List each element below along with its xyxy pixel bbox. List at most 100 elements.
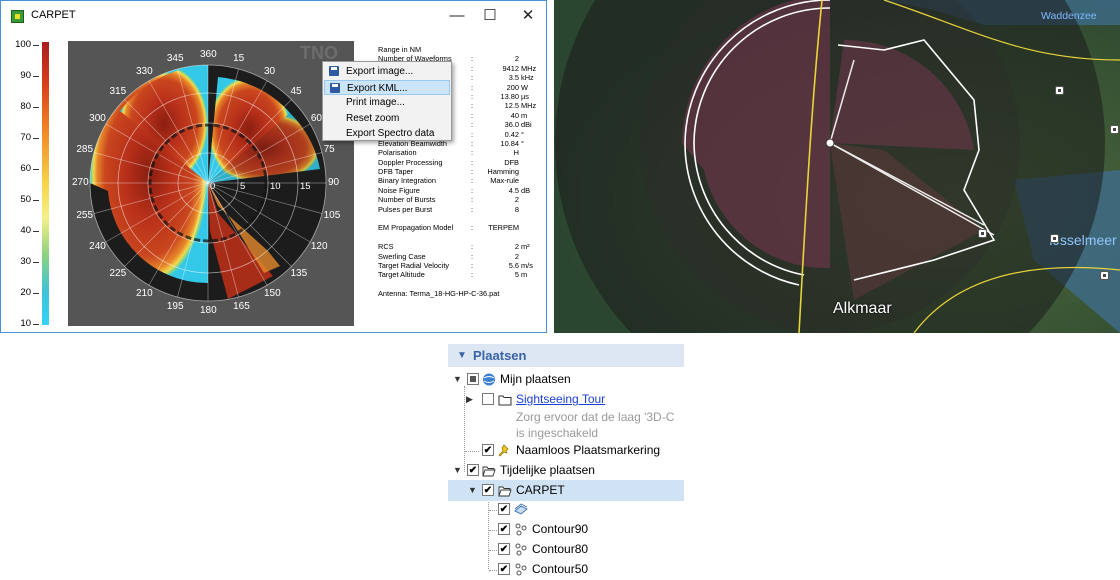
info-value: H xyxy=(513,148,519,158)
azimuth-label: 225 xyxy=(109,267,127,279)
tree-item-contour50[interactable]: ✔ Contour50 xyxy=(448,559,684,580)
ground-overlay-checkbox[interactable]: ✔ xyxy=(498,503,510,515)
info-value: 40 xyxy=(510,110,519,120)
map-label-waddenzee: Waddenzee xyxy=(1041,10,1097,22)
info-colon: : xyxy=(471,204,474,214)
color-scale-tick-label: 50 xyxy=(1,194,39,205)
tree-item-ground-overlay[interactable]: ✔ xyxy=(448,499,684,520)
azimuth-label: 30 xyxy=(264,66,276,78)
info-row: Swerling Case: 2 xyxy=(378,252,543,261)
menu-item-reset-zoom[interactable]: Reset zoom xyxy=(324,111,450,126)
contour90-checkbox[interactable]: ✔ xyxy=(498,523,510,535)
info-label: Swerling Case xyxy=(378,251,426,261)
info-label: EM Propagation Model xyxy=(378,223,454,233)
info-label: DFB Taper xyxy=(378,167,414,177)
sightseeing-note-continued: is ingeschakeld xyxy=(516,426,599,440)
azimuth-label: 60 xyxy=(310,113,322,124)
info-unit: m² xyxy=(521,242,530,252)
places-header[interactable]: ▼ Plaatsen xyxy=(448,344,684,367)
poi-marker-icon[interactable] xyxy=(1110,125,1119,134)
expand-toggle-icon[interactable]: ▼ xyxy=(453,369,462,390)
tree-item-temporary-places[interactable]: ▼ ✔ Tijdelijke plaatsen xyxy=(448,460,684,481)
color-scale-bar xyxy=(42,42,49,325)
info-value: 2 xyxy=(514,242,519,252)
poi-marker-icon[interactable] xyxy=(1055,86,1064,95)
placemark-checkbox[interactable]: ✔ xyxy=(482,444,494,456)
maximize-button[interactable]: ☐ xyxy=(475,6,505,26)
save-icon xyxy=(329,66,339,76)
info-value: DFB xyxy=(504,157,519,167)
tree-item-carpet[interactable]: ▼ ✔ CARPET xyxy=(448,480,684,501)
info-value: 3.5 xyxy=(508,73,519,83)
info-unit: ° xyxy=(521,138,524,148)
sightseeing-tour-checkbox[interactable] xyxy=(482,393,494,405)
expand-toggle-icon[interactable]: ▼ xyxy=(453,460,462,481)
close-button[interactable]: ✕ xyxy=(513,6,543,26)
info-value: TERPEM xyxy=(488,223,519,233)
collapse-arrow-icon[interactable]: ▼ xyxy=(457,350,467,361)
temporary-places-checkbox[interactable]: ✔ xyxy=(467,464,479,476)
info-unit: m/s xyxy=(521,260,533,270)
color-scale-tick-label: 100 xyxy=(1,39,39,50)
title-bar[interactable]: CARPET — ☐ ✕ xyxy=(1,1,546,31)
menu-item-label: Export KML... xyxy=(347,82,408,94)
info-row: Noise Figure: 4.5 dB xyxy=(378,186,543,195)
contour80-checkbox[interactable]: ✔ xyxy=(498,543,510,555)
azimuth-label: 270 xyxy=(72,177,89,188)
map-canvas xyxy=(554,0,1120,333)
poi-marker-icon[interactable] xyxy=(978,229,987,238)
tree-item-sightseeing-tour[interactable]: ▶ Sightseeing Tour xyxy=(448,389,684,410)
menu-item-export-kml[interactable]: Export KML... xyxy=(324,79,450,95)
info-row: DFB Taper: Hamming xyxy=(378,167,543,176)
tree-item-unnamed-placemark[interactable]: ✔ Naamloos Plaatsmarkering xyxy=(448,440,684,461)
carpet-checkbox[interactable]: ✔ xyxy=(482,484,494,496)
poi-marker-icon[interactable] xyxy=(1100,271,1109,280)
info-value: 13.80 xyxy=(500,91,520,101)
info-value: 10.84 xyxy=(500,138,520,148)
azimuth-label: 120 xyxy=(310,241,328,252)
poi-marker-icon[interactable] xyxy=(1050,234,1059,243)
open-folder-icon xyxy=(482,466,496,477)
info-value: 4.5 xyxy=(508,185,519,195)
plot-context-menu[interactable]: Export image... Export KML... Print image.… xyxy=(322,61,452,141)
map-view[interactable]: Waddenzee IJsselmeer Alkmaar xyxy=(554,0,1120,333)
menu-item-export-image[interactable]: Export image... xyxy=(324,64,450,79)
info-unit: ° xyxy=(521,129,524,139)
info-colon: : xyxy=(471,167,474,177)
azimuth-label: 105 xyxy=(323,210,341,222)
path-icon xyxy=(515,543,527,556)
azimuth-label: 15 xyxy=(233,53,245,65)
expand-toggle-icon[interactable]: ▼ xyxy=(468,480,477,501)
info-colon: : xyxy=(471,185,474,195)
info-label: Antenna: Terma_18-HG-HP-C-36.pat xyxy=(378,289,500,299)
contour50-checkbox[interactable]: ✔ xyxy=(498,563,510,575)
info-label: Binary Integration xyxy=(378,176,436,186)
my-places-checkbox[interactable] xyxy=(467,373,479,385)
color-scale-tick-label: 20 xyxy=(1,287,39,298)
info-colon: : xyxy=(471,138,474,148)
info-colon: : xyxy=(471,176,474,186)
carpet-label: CARPET xyxy=(516,483,565,497)
sightseeing-tour-link[interactable]: Sightseeing Tour xyxy=(516,389,605,410)
info-value: 8 xyxy=(514,204,519,214)
azimuth-label: 300 xyxy=(89,113,106,124)
info-colon: : xyxy=(471,82,474,92)
tree-item-contour90[interactable]: ✔ Contour90 xyxy=(448,519,684,540)
info-colon: : xyxy=(471,148,474,158)
menu-item-export-spectro-data[interactable]: Export Spectro data xyxy=(324,126,450,141)
info-colon: : xyxy=(471,223,474,233)
tree-item-contour80[interactable]: ✔ Contour80 xyxy=(448,539,684,560)
info-colon: : xyxy=(471,157,474,167)
expand-arrow-icon[interactable]: ▶ xyxy=(466,389,473,410)
image-overlay-icon xyxy=(514,503,528,515)
azimuth-label: 180 xyxy=(200,305,217,316)
azimuth-label: 75 xyxy=(323,143,335,155)
minimize-button[interactable]: — xyxy=(442,6,472,26)
azimuth-label: 150 xyxy=(264,287,281,299)
polar-coverage-plot[interactable]: TNO 360 15 30 45 60 75 90 105 120 135 150 165 180 195… xyxy=(68,41,354,326)
tree-item-my-places[interactable]: ▼ Mijn plaatsen xyxy=(448,369,684,390)
info-unit: MHz xyxy=(521,101,537,111)
menu-item-print-image[interactable]: Print image... xyxy=(324,95,450,110)
info-label: Polarisation xyxy=(378,148,417,158)
